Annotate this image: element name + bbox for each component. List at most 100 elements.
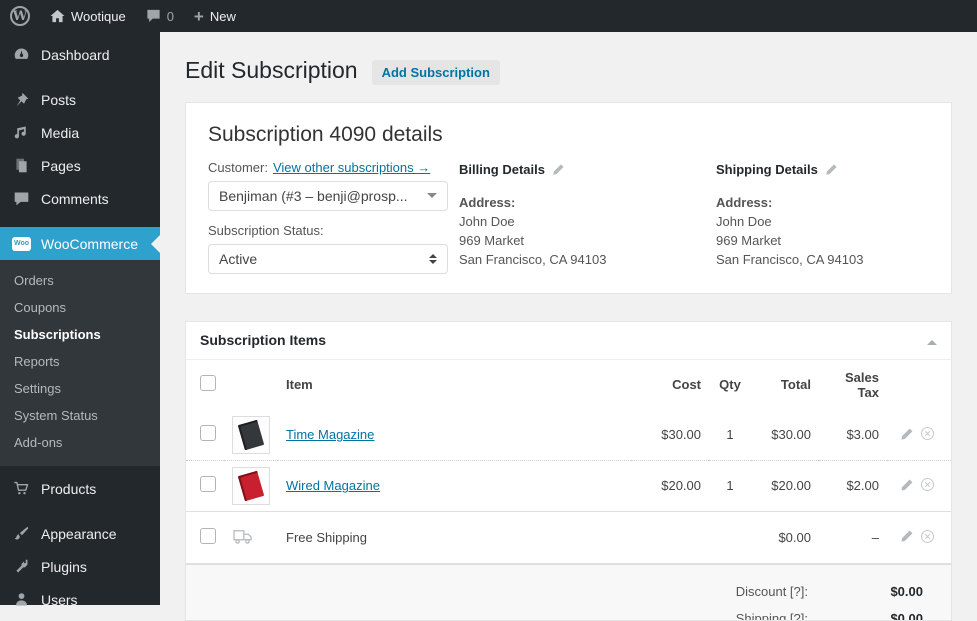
submenu-item-system-status[interactable]: System Status — [0, 402, 160, 429]
discount-total-row: Discount [?]: $0.00 — [186, 578, 923, 605]
customer-select[interactable]: Benjiman (#3 – benji@prosp... — [208, 180, 448, 211]
column-header-item: Item — [286, 377, 313, 393]
column-header-sales-tax: Sales Tax — [845, 369, 879, 400]
woocommerce-submenu: Orders Coupons Subscriptions Reports Set… — [0, 260, 160, 466]
pin-icon — [12, 90, 31, 109]
media-icon — [12, 123, 31, 142]
submenu-item-settings[interactable]: Settings — [0, 375, 160, 402]
plus-icon: + — [193, 6, 204, 26]
items-table: Item Cost Qty Total Sales Tax Time Magaz… — [186, 360, 951, 564]
shipping-total-row: Shipping [?]: $0.00 — [186, 605, 923, 621]
submenu-item-add-ons[interactable]: Add-ons — [0, 429, 160, 456]
sidebar-item-products[interactable]: Products — [0, 472, 160, 505]
sidebar-item-label: Products — [41, 480, 97, 497]
item-total: $20.00 — [751, 459, 819, 512]
submenu-item-coupons[interactable]: Coupons — [0, 294, 160, 321]
column-header-qty: Qty — [719, 377, 741, 393]
brush-icon — [12, 524, 31, 543]
customer-form-column: Customer: View other subscriptions → Ben… — [208, 160, 448, 286]
home-icon — [50, 9, 65, 23]
sidebar-item-label: Posts — [41, 91, 77, 108]
dashboard-icon — [12, 45, 31, 64]
sidebar-item-label: Comments — [41, 190, 109, 207]
edit-item-pencil-icon[interactable] — [900, 529, 914, 543]
items-table-header-row: Item Cost Qty Total Sales Tax — [186, 360, 951, 410]
submenu-item-subscriptions[interactable]: Subscriptions — [0, 321, 160, 348]
shipping-address-label: Address: — [716, 194, 773, 210]
subscription-items-panel: Subscription Items Item Cost Qty Total S… — [185, 320, 952, 621]
sidebar-item-comments[interactable]: Comments — [0, 182, 160, 215]
table-row: Wired Magazine $20.00 1 $20.00 $2.00 — [186, 459, 951, 512]
discount-label: Discount [?]: — [735, 583, 808, 599]
add-subscription-button[interactable]: Add Subscription — [371, 60, 500, 86]
item-link[interactable]: Wired Magazine — [286, 478, 380, 493]
item-link[interactable]: Time Magazine — [286, 427, 374, 442]
subscription-status-select[interactable]: Active — [208, 243, 448, 274]
new-content-menu[interactable]: + New — [184, 0, 246, 32]
item-cost: $20.00 — [631, 459, 709, 512]
edit-item-pencil-icon[interactable] — [900, 478, 914, 492]
edit-item-pencil-icon[interactable] — [900, 427, 914, 441]
subscription-status-label: Subscription Status: — [208, 222, 324, 238]
sidebar-item-pages[interactable]: Pages — [0, 149, 160, 182]
billing-details-column: Billing Details Address: John Doe 969 Ma… — [448, 160, 705, 286]
shipping-address-line: John Doe — [716, 213, 772, 229]
sidebar-item-plugins[interactable]: Plugins — [0, 550, 160, 583]
sidebar-item-woocommerce[interactable]: Woo WooCommerce — [0, 227, 160, 260]
shipping-row: Free Shipping $0.00 – — [186, 510, 951, 564]
collapse-panel-icon[interactable] — [927, 335, 937, 346]
new-label: New — [209, 8, 236, 24]
wordpress-logo-menu[interactable]: W — [0, 0, 40, 32]
select-updown-icon — [429, 250, 437, 268]
sidebar-item-users[interactable]: Users — [0, 583, 160, 616]
customer-select-value: Benjiman (#3 – benji@prosp... — [219, 187, 408, 204]
row-checkbox[interactable] — [200, 527, 216, 544]
edit-billing-pencil-icon[interactable] — [552, 163, 565, 176]
delete-item-icon[interactable] — [920, 529, 935, 544]
billing-address-line: San Francisco, CA 94103 — [459, 251, 607, 267]
submenu-item-orders[interactable]: Orders — [0, 267, 160, 294]
billing-details-heading: Billing Details — [459, 161, 545, 177]
plug-icon — [12, 557, 31, 576]
order-totals: Discount [?]: $0.00 Shipping [?]: $0.00 — [186, 563, 951, 621]
shipping-details-column: Shipping Details Address: John Doe 969 M… — [705, 160, 929, 286]
woocommerce-icon: Woo — [12, 234, 31, 253]
shipping-value: $0.00 — [890, 610, 923, 621]
pages-icon — [12, 156, 31, 175]
submenu-item-reports[interactable]: Reports — [0, 348, 160, 375]
site-name-menu[interactable]: Wootique — [40, 0, 136, 32]
shipping-total: $0.00 — [751, 510, 819, 564]
comments-menu[interactable]: 0 — [136, 0, 184, 32]
comments-icon — [12, 189, 31, 208]
sidebar-item-media[interactable]: Media — [0, 116, 160, 149]
customer-label: Customer: — [208, 159, 268, 175]
shipping-tax: – — [819, 510, 887, 564]
delete-item-icon[interactable] — [920, 426, 935, 441]
sidebar-item-appearance[interactable]: Appearance — [0, 517, 160, 550]
shipping-method-name: Free Shipping — [278, 510, 631, 564]
item-tax: $2.00 — [819, 459, 887, 512]
column-header-total: Total — [780, 377, 811, 393]
sidebar-item-label: Users — [41, 591, 78, 608]
shipping-details-heading: Shipping Details — [716, 161, 818, 177]
item-cost: $30.00 — [661, 427, 701, 443]
row-checkbox[interactable] — [200, 425, 216, 442]
subscription-details-heading: Subscription 4090 details — [208, 122, 443, 146]
item-qty: 1 — [709, 459, 751, 512]
sidebar-item-label: Appearance — [41, 525, 117, 542]
sidebar-item-label: Dashboard — [41, 46, 110, 63]
sidebar-item-dashboard[interactable]: Dashboard — [0, 38, 160, 71]
page-title: Edit Subscription — [185, 57, 358, 83]
select-all-checkbox[interactable] — [200, 375, 216, 392]
truck-icon — [232, 528, 270, 546]
row-checkbox[interactable] — [200, 476, 216, 493]
view-other-subscriptions-link[interactable]: View other subscriptions → — [273, 160, 430, 175]
delete-item-icon[interactable] — [920, 477, 935, 492]
page-header: Edit Subscription Add Subscription — [185, 32, 952, 102]
shipping-address-line: 969 Market — [716, 232, 782, 248]
admin-bar: W Wootique 0 + New — [0, 0, 977, 32]
product-thumbnail — [232, 466, 270, 505]
shipping-label: Shipping [?]: — [735, 610, 808, 621]
sidebar-item-posts[interactable]: Posts — [0, 83, 160, 116]
edit-shipping-pencil-icon[interactable] — [825, 163, 838, 176]
